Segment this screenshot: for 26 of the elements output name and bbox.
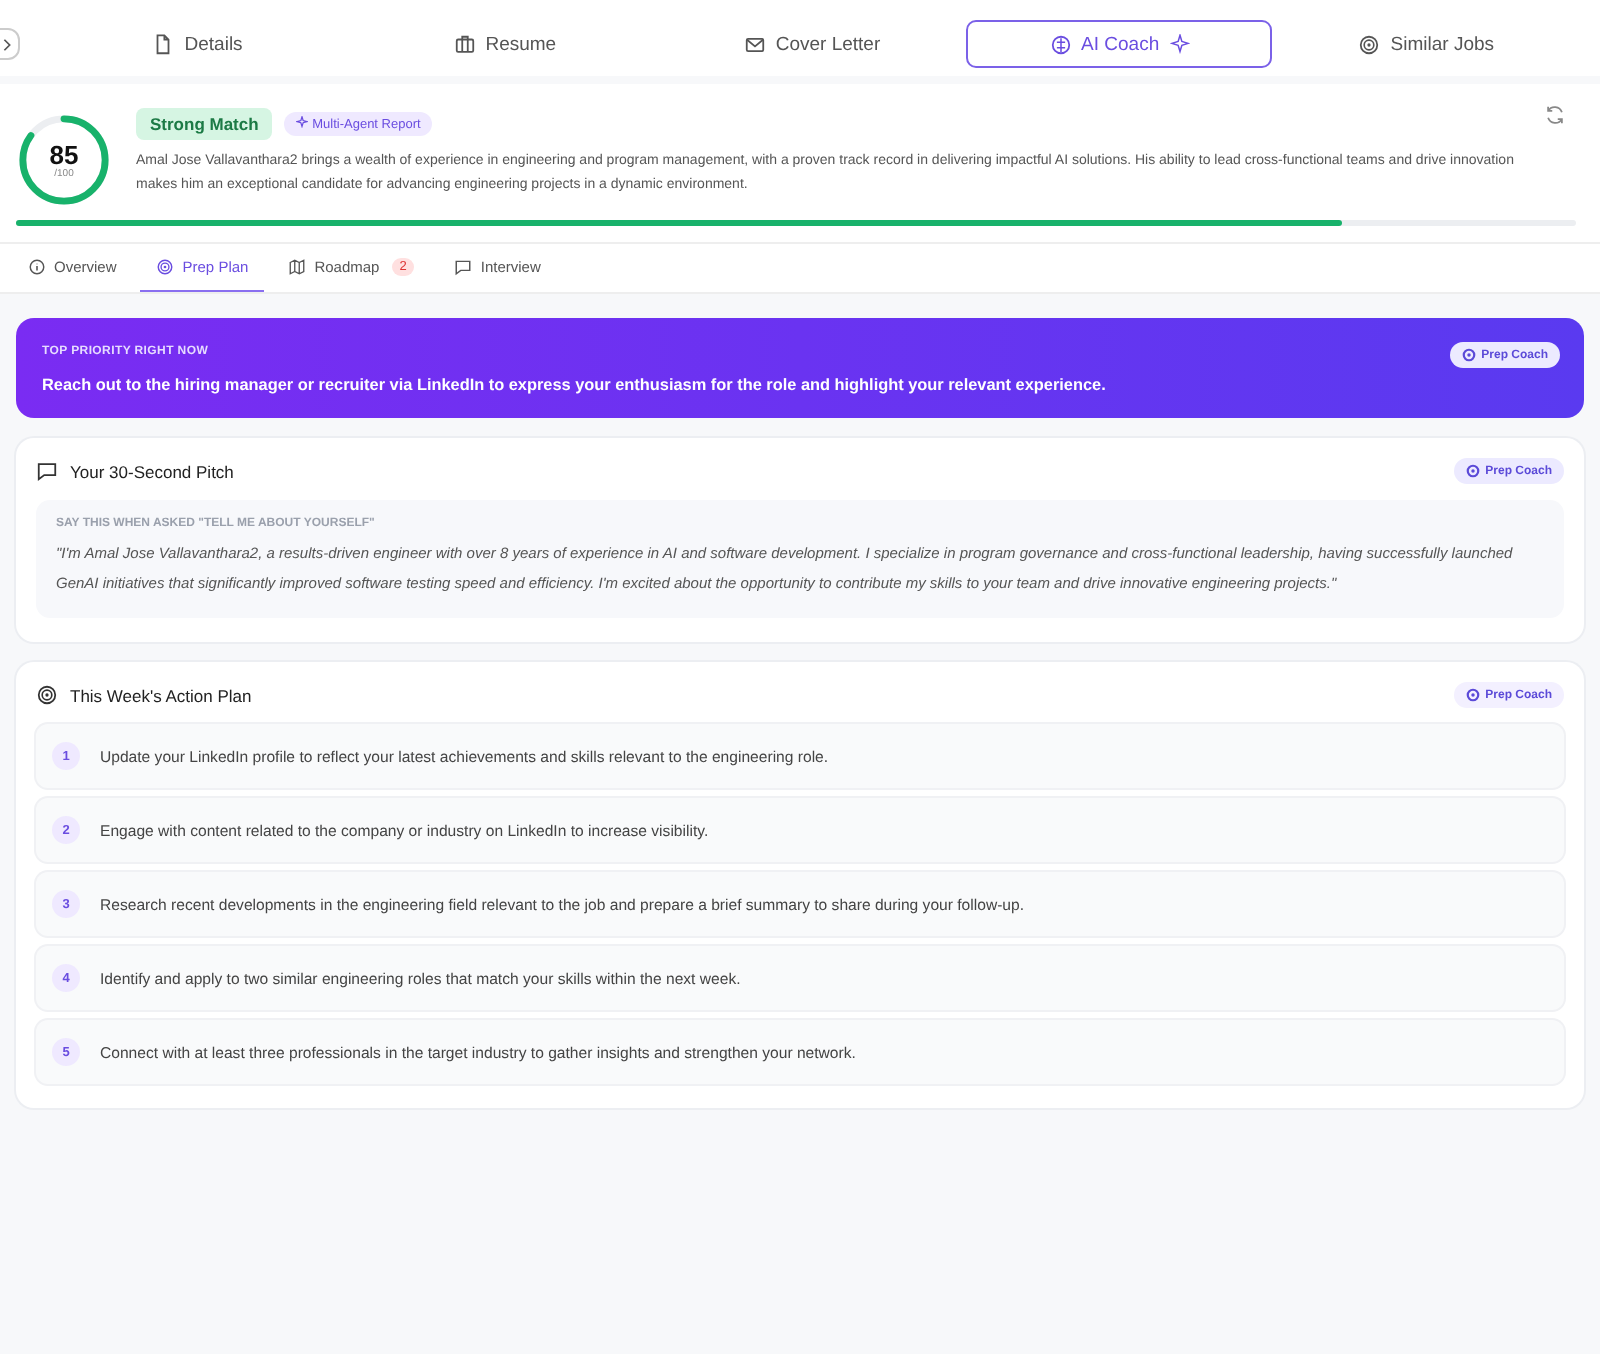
tab[interactable]: AI Coach (965, 20, 1273, 68)
document-icon (152, 33, 175, 55)
sparkle-icon (296, 116, 309, 128)
tab[interactable]: Cover Letter (658, 20, 966, 68)
map-icon (288, 258, 307, 276)
match-score: 85 (49, 141, 79, 167)
match-badge: Strong Match (136, 108, 273, 140)
card-title: This Week's Action Plan (70, 685, 254, 705)
score-ring (16, 112, 112, 208)
info-icon (28, 258, 46, 276)
chat-bubble-icon (36, 460, 58, 482)
sidebar-toggle-button[interactable] (0, 28, 20, 60)
target-icon (1358, 33, 1381, 55)
target-icon (36, 684, 58, 706)
chevron-icon (1, 37, 11, 51)
tab[interactable]: Similar Jobs (1272, 20, 1580, 68)
card-title: Your 30-Second Pitch (70, 461, 236, 481)
tab[interactable]: Resume (351, 20, 659, 68)
envelope-icon (743, 33, 766, 55)
tab[interactable]: Details (44, 20, 352, 68)
refresh-icon[interactable] (1544, 104, 1566, 126)
sparkle-icon (1169, 34, 1190, 54)
priority-text: Reach out to the hiring manager or recruiter via LinkedIn to express your enthusiasm for the role and highlight your relevant experience. (42, 376, 1108, 394)
briefcase-icon (453, 33, 476, 55)
chat-bubble-icon (454, 258, 473, 276)
target-icon (156, 258, 175, 276)
